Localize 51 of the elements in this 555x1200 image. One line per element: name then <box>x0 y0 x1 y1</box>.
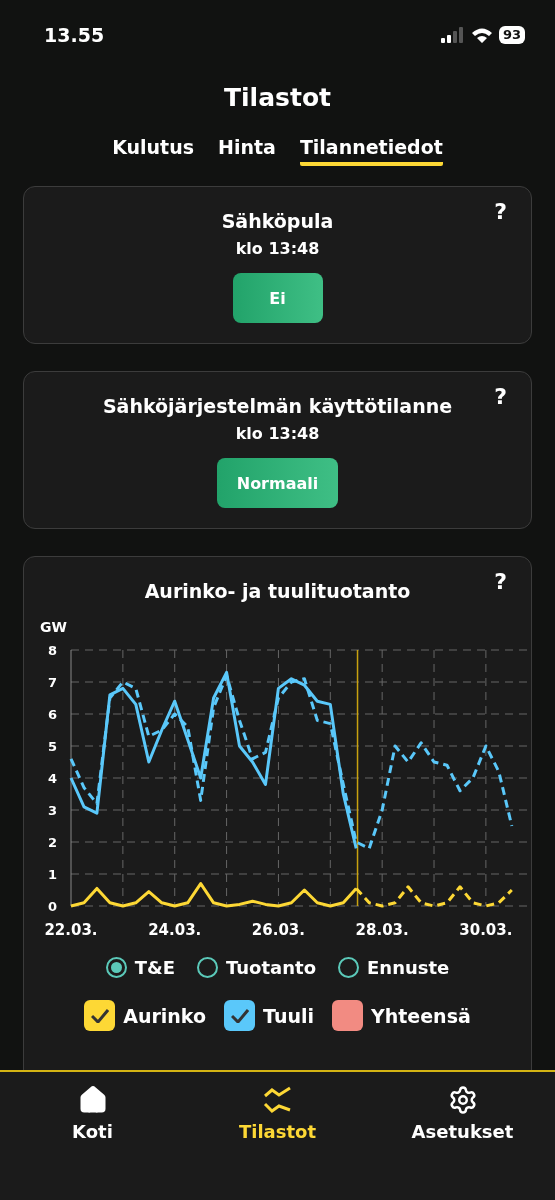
tick-label: 24.03. <box>148 921 202 939</box>
page-title: Tilastot <box>223 82 332 114</box>
tick-label: 22.03. <box>44 921 98 939</box>
tick-label: 2 <box>47 835 57 850</box>
nav-item[interactable]: Tilastot <box>202 1084 353 1200</box>
nav-item[interactable]: Asetukset <box>387 1084 538 1200</box>
radio-option[interactable]: Ennuste <box>338 957 450 978</box>
radio-icon[interactable] <box>338 957 359 978</box>
tick-label: 7 <box>47 675 57 690</box>
tick-label: 30.03. <box>459 921 513 939</box>
home-icon <box>77 1085 108 1115</box>
card-title: Sähköpula <box>221 209 334 234</box>
tab[interactable]: Kulutus <box>112 136 194 166</box>
tick-label: 5 <box>47 739 57 754</box>
checkbox[interactable] <box>332 1000 363 1031</box>
nav-item[interactable]: Koti <box>17 1084 168 1200</box>
series-checkbox[interactable]: Aurinko <box>84 1000 207 1031</box>
series-checkbox[interactable]: Tuuli <box>224 1000 314 1031</box>
tick-label: 1 <box>47 867 57 882</box>
help-mark[interactable]: ? <box>494 384 507 409</box>
settings-icon <box>447 1085 478 1115</box>
series-checkbox[interactable]: Yhteensä <box>332 1000 471 1031</box>
checkbox[interactable] <box>84 1000 116 1031</box>
signal-icon <box>440 27 465 43</box>
radio-icon[interactable] <box>105 957 127 978</box>
zigzag-icon <box>262 1085 293 1115</box>
radio-option[interactable]: Tuotanto <box>197 957 316 978</box>
wifi-icon <box>470 27 493 43</box>
tick-label: 6 <box>47 707 57 722</box>
tick-label: 8 <box>47 643 57 658</box>
check-icon <box>230 1008 249 1023</box>
checkbox[interactable] <box>224 1000 256 1031</box>
check-icon <box>90 1008 109 1023</box>
radio-option[interactable]: T&E <box>105 957 175 978</box>
help-mark[interactable]: ? <box>494 569 507 594</box>
card-title: Sähköjärjestelmän käyttötilanne <box>102 394 453 419</box>
help-mark[interactable]: ? <box>494 199 507 224</box>
update-time: klo 13:48 <box>235 238 320 260</box>
tick-label: 26.03. <box>251 921 305 939</box>
update-time: klo 13:48 <box>235 423 320 445</box>
tick-label: 4 <box>47 771 57 786</box>
tick-label: 0 <box>47 899 57 914</box>
axis-unit: GW <box>40 619 67 635</box>
clock: 13.55 <box>44 24 105 46</box>
card-title: Aurinko- ja tuulituotanto <box>144 579 411 604</box>
radio-icon[interactable] <box>197 957 218 978</box>
battery-level: 93 <box>498 26 525 44</box>
tick-label: 3 <box>47 803 57 818</box>
tab[interactable]: Tilannetiedot <box>299 136 443 166</box>
tab[interactable]: Hinta <box>218 136 276 166</box>
tick-label: 28.03. <box>355 921 409 939</box>
